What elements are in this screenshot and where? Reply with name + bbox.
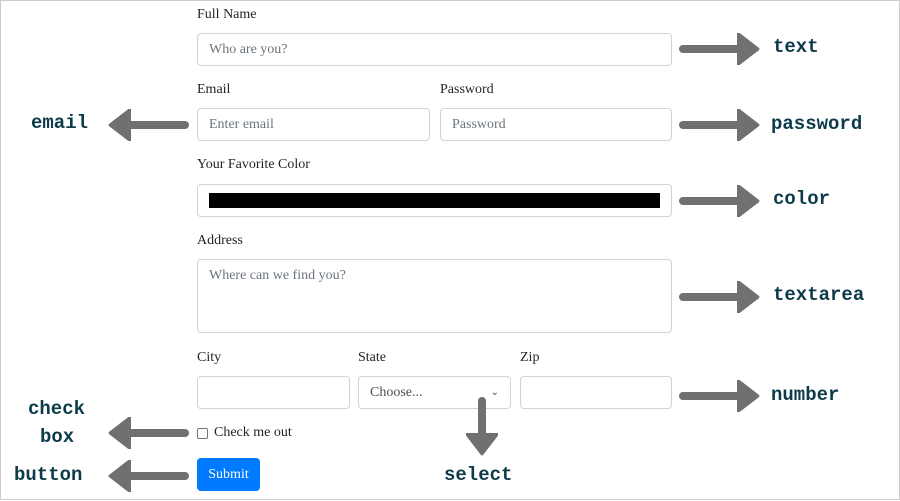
annotation-color: color <box>773 188 831 210</box>
annotation-number: number <box>771 384 840 406</box>
annotation-password: password <box>771 113 863 135</box>
annotation-email: email <box>31 112 89 134</box>
annotation-check: check <box>28 398 86 420</box>
annotation-text: text <box>773 36 819 58</box>
annotation-button: button <box>14 464 83 486</box>
annotation-select: select <box>444 464 513 486</box>
annotation-box: box <box>40 426 75 448</box>
arrows-layer <box>1 1 900 501</box>
annotation-textarea: textarea <box>773 284 865 306</box>
